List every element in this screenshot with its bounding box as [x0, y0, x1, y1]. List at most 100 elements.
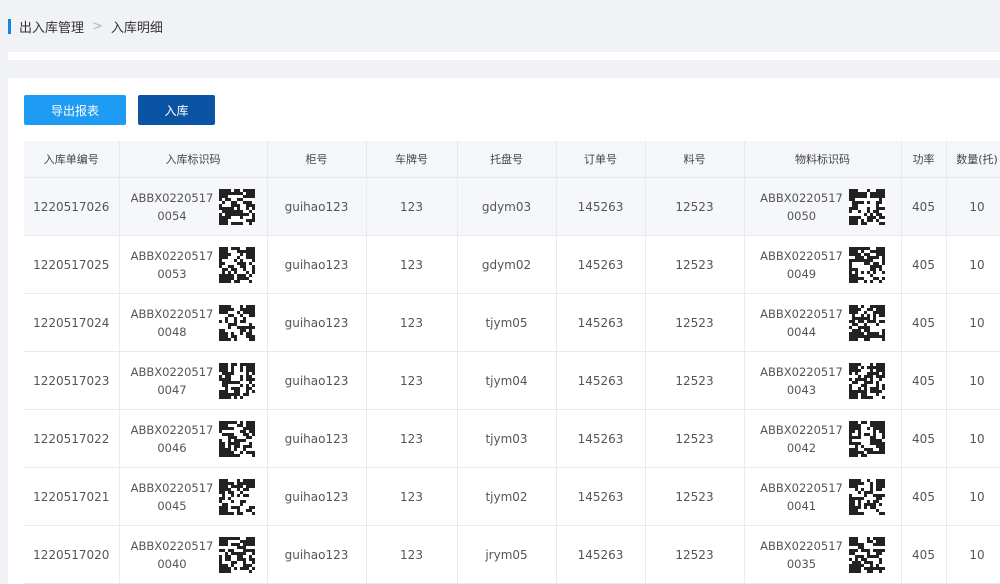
order-cell: 145263: [556, 467, 646, 526]
code-line-2: 0053: [157, 266, 187, 281]
code-line-2: 0047: [157, 382, 187, 397]
power-cell: 405: [901, 293, 947, 352]
part-cell: 12523: [645, 467, 745, 526]
code-line-1: ABBX0220517: [760, 190, 843, 205]
qr-code-icon[interactable]: [219, 304, 256, 341]
breadcrumb-parent[interactable]: 出入库管理: [19, 17, 84, 36]
order-id-cell: 1220517020: [24, 525, 120, 584]
breadcrumb-accent-bar: [8, 18, 11, 34]
code-line-2: 0043: [786, 382, 817, 397]
inbound-code-cell: ABBX0220517 0054: [119, 177, 268, 236]
inbound-code-cell: ABBX0220517 0040: [119, 525, 268, 584]
order-id-cell: 1220517022: [24, 409, 120, 468]
code-line-2: 0035: [786, 556, 817, 571]
inbound-code-cell: ABBX0220517 0053: [119, 235, 268, 294]
table-row[interactable]: 1220517024 ABBX0220517 0048 guihao123 123…: [24, 293, 1000, 352]
material-code-cell: ABBX0220517 0041: [744, 467, 902, 526]
cabinet-cell: guihao123: [267, 467, 367, 526]
material-code-cell: ABBX0220517 0050: [744, 177, 902, 236]
plate-cell: 123: [366, 177, 458, 236]
qr-code-icon[interactable]: [848, 420, 885, 457]
table-row[interactable]: 1220517021 ABBX0220517 0045 guihao123 123…: [24, 467, 1000, 526]
order-id-cell: 1220517021: [24, 467, 120, 526]
material-code-cell: ABBX0220517 0043: [744, 351, 902, 410]
qr-code-icon[interactable]: [848, 304, 885, 341]
table-row[interactable]: 1220517022 ABBX0220517 0046 guihao123 123…: [24, 409, 1000, 468]
plate-cell: 123: [366, 467, 458, 526]
quantity-cell: 10: [946, 293, 1000, 352]
export-report-button[interactable]: 导出报表: [24, 95, 126, 125]
code-line-1: ABBX0220517: [760, 248, 843, 263]
quantity-cell: 10: [946, 467, 1000, 526]
qr-code-icon[interactable]: [219, 362, 256, 399]
qr-code-icon[interactable]: [848, 188, 885, 225]
qr-code-icon[interactable]: [848, 536, 885, 573]
qr-code-icon[interactable]: [848, 246, 885, 283]
cabinet-cell: guihao123: [267, 409, 367, 468]
code-line-1: ABBX0220517: [130, 480, 214, 495]
code-line-2: 0044: [786, 324, 817, 339]
power-cell: 405: [901, 525, 947, 584]
quantity-cell: 10: [946, 351, 1000, 410]
code-line-2: 0042: [786, 440, 817, 455]
material-code-cell: ABBX0220517 0049: [744, 235, 902, 294]
code-line-2: 0046: [157, 440, 187, 455]
column-header: 车牌号: [366, 141, 458, 178]
material-code-cell: ABBX0220517 0035: [744, 525, 902, 584]
code-line-1: ABBX0220517: [130, 364, 214, 379]
cabinet-cell: guihao123: [267, 235, 367, 294]
plate-cell: 123: [366, 409, 458, 468]
cabinet-cell: guihao123: [267, 293, 367, 352]
table-row[interactable]: 1220517023 ABBX0220517 0047 guihao123 123…: [24, 351, 1000, 410]
order-id-cell: 1220517023: [24, 351, 120, 410]
code-line-2: 0045: [157, 498, 187, 513]
part-cell: 12523: [645, 177, 745, 236]
material-code-cell: ABBX0220517 0044: [744, 293, 902, 352]
tray-cell: jrym05: [457, 525, 557, 584]
qr-code-icon[interactable]: [219, 246, 256, 283]
power-cell: 405: [901, 409, 947, 468]
qr-code-icon[interactable]: [219, 536, 256, 573]
table-row[interactable]: 1220517026 ABBX0220517 0054 guihao123 123…: [24, 177, 1000, 236]
breadcrumb-current: 入库明细: [110, 20, 163, 36]
quantity-cell: 10: [946, 409, 1000, 468]
qr-code-icon[interactable]: [848, 478, 885, 515]
column-header: 功率: [901, 141, 947, 178]
code-line-1: ABBX0220517: [760, 538, 843, 553]
order-cell: 145263: [556, 409, 646, 468]
part-cell: 12523: [645, 235, 745, 294]
quantity-cell: 10: [946, 235, 1000, 294]
code-line-1: ABBX0220517: [130, 538, 214, 553]
part-cell: 12523: [645, 293, 745, 352]
order-id-cell: 1220517025: [24, 235, 120, 294]
tray-cell: tjym03: [457, 409, 557, 468]
order-cell: 145263: [556, 351, 646, 410]
code-line-1: ABBX0220517: [760, 422, 843, 437]
plate-cell: 123: [366, 293, 458, 352]
column-header: 入库单编号: [24, 141, 120, 178]
table-row[interactable]: 1220517025 ABBX0220517 0053 guihao123 123…: [24, 235, 1000, 294]
part-cell: 12523: [645, 525, 745, 584]
tray-cell: gdym02: [457, 235, 557, 294]
qr-code-icon[interactable]: [219, 188, 256, 225]
cabinet-cell: guihao123: [267, 351, 367, 410]
table-row[interactable]: 1220517020 ABBX0220517 0040 guihao123 123…: [24, 525, 1000, 584]
cabinet-cell: guihao123: [267, 525, 367, 584]
code-line-2: 0041: [786, 498, 817, 513]
material-code-cell: ABBX0220517 0042: [744, 409, 902, 468]
code-line-1: ABBX0220517: [760, 480, 843, 495]
power-cell: 405: [901, 177, 947, 236]
cabinet-cell: guihao123: [267, 177, 367, 236]
part-cell: 12523: [645, 351, 745, 410]
inbound-table: 入库单编号 入库标识码 柜号 车牌号 托盘号 订单号 料号 物料标识码 功率 数量(托) 1220…: [24, 141, 1000, 584]
qr-code-icon[interactable]: [219, 478, 256, 515]
order-id-cell: 1220517024: [24, 293, 120, 352]
tray-cell: tjym04: [457, 351, 557, 410]
code-line-2: 0049: [786, 266, 817, 281]
qr-code-icon[interactable]: [848, 362, 885, 399]
power-cell: 405: [901, 467, 947, 526]
code-line-2: 0054: [157, 208, 187, 223]
inbound-button[interactable]: 入库: [138, 95, 215, 125]
qr-code-icon[interactable]: [219, 420, 256, 457]
code-line-1: ABBX0220517: [130, 248, 214, 263]
